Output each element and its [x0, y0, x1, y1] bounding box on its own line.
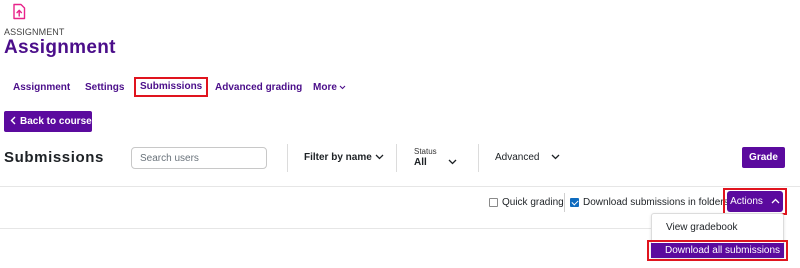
tab-assignment[interactable]: Assignment — [13, 82, 70, 93]
tab-more-label: More — [313, 82, 337, 94]
advanced-filter-label: Advanced — [495, 152, 540, 163]
status-filter-dropdown[interactable] — [448, 152, 457, 170]
filter-by-name-dropdown[interactable]: Filter by name — [304, 152, 384, 163]
status-filter-value: All — [414, 157, 427, 168]
download-in-folders-option[interactable]: Download submissions in folders — [570, 197, 729, 208]
download-in-folders-label: Download submissions in folders — [583, 197, 729, 208]
search-users-input[interactable] — [131, 147, 267, 169]
chevron-down-icon — [448, 152, 457, 169]
quick-grading-option[interactable]: Quick grading — [489, 197, 564, 208]
chevron-down-icon — [551, 152, 560, 163]
download-in-folders-checkbox[interactable] — [570, 198, 579, 207]
view-gradebook-menu-item[interactable]: View gradebook — [666, 222, 738, 233]
back-to-course-label: Back to course — [20, 116, 92, 127]
back-to-course-button[interactable]: Back to course — [4, 111, 92, 132]
actions-button[interactable]: Actions — [727, 191, 783, 212]
activity-type-label: ASSIGNMENT — [4, 27, 65, 37]
tab-settings[interactable]: Settings — [85, 82, 124, 93]
download-all-submissions-menu-item[interactable]: Download all submissions — [651, 243, 784, 258]
divider — [0, 186, 800, 187]
tab-submissions[interactable]: Submissions — [134, 77, 209, 97]
tab-advanced-grading[interactable]: Advanced grading — [215, 82, 302, 93]
quick-grading-label: Quick grading — [502, 197, 564, 208]
chevron-down-icon — [339, 82, 346, 93]
divider — [564, 193, 565, 212]
advanced-filter-dropdown[interactable]: Advanced — [495, 152, 560, 163]
chevron-down-icon — [375, 152, 384, 163]
divider — [396, 144, 397, 172]
tab-more[interactable]: More — [313, 82, 346, 93]
page-title: Assignment — [4, 37, 116, 58]
divider — [0, 228, 651, 229]
filter-by-name-label: Filter by name — [304, 152, 372, 163]
actions-label: Actions — [730, 196, 763, 207]
chevron-left-icon — [10, 116, 16, 128]
divider — [478, 144, 479, 172]
quick-grading-checkbox[interactable] — [489, 198, 498, 207]
chevron-up-icon — [771, 196, 780, 207]
assignment-icon — [11, 3, 27, 20]
grade-button[interactable]: Grade — [742, 147, 785, 168]
status-filter-label: Status — [414, 147, 437, 156]
submissions-heading: Submissions — [4, 149, 104, 166]
divider — [287, 144, 288, 172]
